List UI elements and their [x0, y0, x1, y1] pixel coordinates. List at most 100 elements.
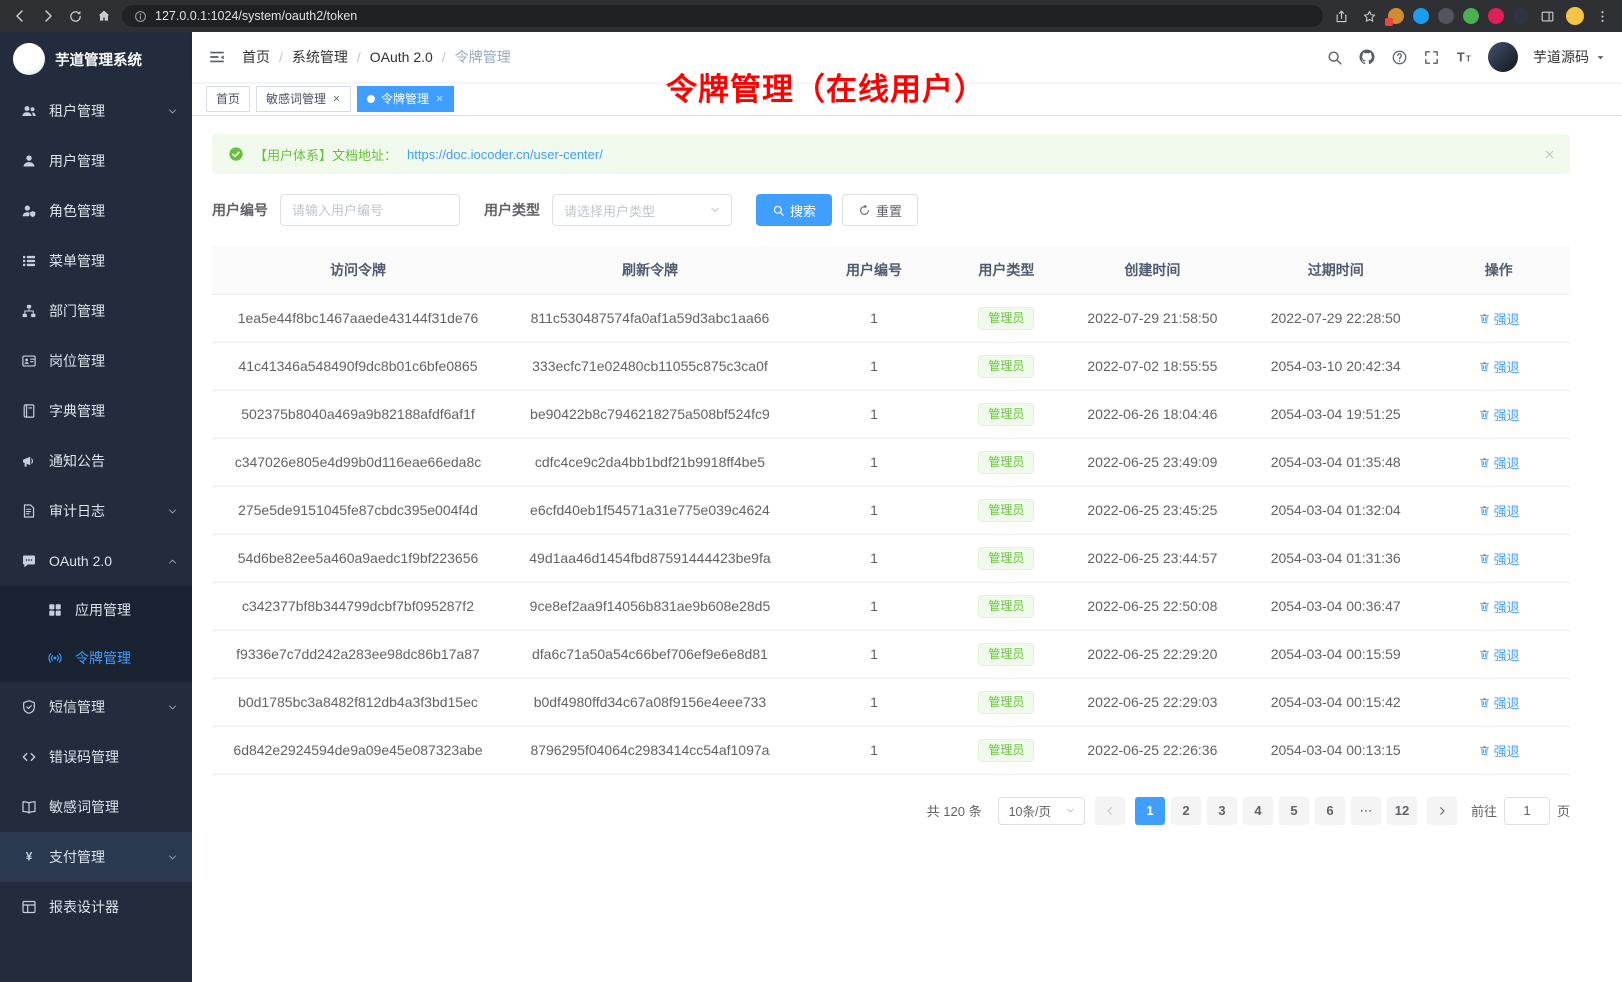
tab-token[interactable]: 令牌管理 — [357, 86, 454, 112]
sidebar-item-menu[interactable]: 菜单管理 — [0, 236, 192, 286]
search-icon[interactable] — [1326, 49, 1343, 66]
force-logout-button[interactable]: 强退 — [1478, 501, 1520, 520]
sidebar-item-audit-log[interactable]: 审计日志 — [0, 486, 192, 536]
tab-label: 令牌管理 — [381, 90, 429, 107]
force-logout-button[interactable]: 强退 — [1478, 405, 1520, 424]
font-size-icon[interactable]: TT — [1455, 48, 1473, 66]
user-menu[interactable]: 芋道源码 — [1533, 47, 1606, 67]
force-logout-button[interactable]: 强退 — [1478, 693, 1520, 712]
fullscreen-icon[interactable] — [1423, 49, 1440, 66]
browser-profile-avatar[interactable] — [1566, 7, 1584, 25]
create-time-cell: 2022-06-25 23:44:57 — [1061, 534, 1244, 582]
refresh-token-cell: 9ce8ef2aa9f14056b831ae9b608e28d5 — [504, 582, 796, 630]
sidebar-item-sms[interactable]: 短信管理 — [0, 682, 192, 732]
user-type-tag: 管理员 — [978, 451, 1034, 474]
force-logout-button[interactable]: 强退 — [1478, 357, 1520, 376]
trash-icon — [1478, 744, 1491, 757]
sidebar-item-pay[interactable]: ¥支付管理 — [0, 832, 192, 882]
docs-help-icon[interactable] — [1391, 49, 1408, 66]
force-logout-button[interactable]: 强退 — [1478, 645, 1520, 664]
doc-link[interactable]: https://doc.iocoder.cn/user-center/ — [407, 147, 603, 162]
user-avatar[interactable] — [1488, 42, 1518, 72]
tab-sensitive-word[interactable]: 敏感词管理 — [256, 86, 351, 112]
browser-menu-icon[interactable] — [1593, 7, 1612, 26]
goto-input[interactable] — [1504, 797, 1550, 825]
tab-home[interactable]: 首页 — [206, 86, 250, 112]
reset-button[interactable]: 重置 — [842, 194, 918, 226]
actions-cell: 强退 — [1427, 678, 1570, 726]
forward-button[interactable] — [38, 7, 57, 26]
sidebar-item-sensitive-word[interactable]: 敏感词管理 — [0, 782, 192, 832]
sidebar-item-notice[interactable]: 通知公告 — [0, 436, 192, 486]
search-button[interactable]: 搜索 — [756, 194, 832, 226]
page-button-12[interactable]: 12 — [1387, 797, 1417, 825]
extension-icon[interactable] — [1438, 8, 1454, 24]
force-logout-button[interactable]: 强退 — [1478, 549, 1520, 568]
back-button[interactable] — [10, 7, 29, 26]
next-page-button[interactable] — [1427, 797, 1457, 825]
sidebar-item-role[interactable]: 角色管理 — [0, 186, 192, 236]
alert-close-icon[interactable] — [1543, 148, 1556, 161]
sidebar-item-oauth2-app[interactable]: 应用管理 — [0, 586, 192, 634]
address-bar[interactable]: 127.0.0.1:1024/system/oauth2/token — [122, 5, 1323, 27]
prev-page-button[interactable] — [1095, 797, 1125, 825]
sidebar-item-dept[interactable]: 部门管理 — [0, 286, 192, 336]
force-logout-button[interactable]: 强退 — [1478, 741, 1520, 760]
svg-text:T: T — [1457, 50, 1465, 65]
force-logout-button[interactable]: 强退 — [1478, 597, 1520, 616]
reload-button[interactable] — [66, 7, 85, 26]
home-button[interactable] — [94, 7, 113, 26]
hamburger-icon[interactable] — [208, 48, 226, 66]
app-logo[interactable]: 芋道管理系统 — [0, 32, 192, 86]
bookmark-star-icon[interactable] — [1360, 7, 1379, 26]
site-info-icon[interactable] — [134, 10, 147, 23]
sidebar-item-oauth2[interactable]: OAuth 2.0 — [0, 536, 192, 586]
user-id-input[interactable] — [280, 194, 460, 226]
breadcrumb-separator: / — [357, 49, 361, 65]
page-button-5[interactable]: 5 — [1279, 797, 1309, 825]
extension-icon[interactable] — [1413, 8, 1429, 24]
breadcrumb-item[interactable]: OAuth 2.0 — [370, 49, 433, 65]
sidebar-item-label: OAuth 2.0 — [49, 553, 112, 569]
force-logout-button[interactable]: 强退 — [1478, 453, 1520, 472]
extension-icon[interactable] — [1513, 8, 1529, 24]
refresh-token-cell: 333ecfc71e02480cb11055c875c3ca0f — [504, 342, 796, 390]
force-logout-label: 强退 — [1494, 501, 1520, 520]
page-size-select[interactable]: 10条/页 — [998, 797, 1085, 825]
sidebar-item-report-designer[interactable]: 报表设计器 — [0, 882, 192, 932]
alert-text: 【用户体系】文档地址： — [254, 145, 397, 164]
user-type-select[interactable]: 请选择用户类型 — [552, 194, 732, 226]
close-icon[interactable] — [332, 94, 341, 103]
extension-icon[interactable] — [1388, 8, 1404, 24]
sidebar-item-tenant[interactable]: 租户管理 — [0, 86, 192, 136]
force-logout-button[interactable]: 强退 — [1478, 309, 1520, 328]
trash-icon — [1478, 312, 1491, 325]
page-button-6[interactable]: 6 — [1315, 797, 1345, 825]
page-button-1[interactable]: 1 — [1135, 797, 1165, 825]
sidebar-item-post[interactable]: 岗位管理 — [0, 336, 192, 386]
actions-cell: 强退 — [1427, 342, 1570, 390]
sidebar-item-user[interactable]: 用户管理 — [0, 136, 192, 186]
sidebar-item-oauth2-token[interactable]: 令牌管理 — [0, 634, 192, 682]
expire-time-cell: 2022-07-29 22:28:50 — [1244, 294, 1427, 342]
search-button-label: 搜索 — [790, 201, 816, 220]
sidebar-item-dict[interactable]: 字典管理 — [0, 386, 192, 436]
close-icon[interactable] — [435, 94, 444, 103]
side-panel-icon[interactable] — [1538, 7, 1557, 26]
extension-icon[interactable] — [1488, 8, 1504, 24]
page-button-2[interactable]: 2 — [1171, 797, 1201, 825]
breadcrumb-item[interactable]: 系统管理 — [292, 47, 348, 67]
pagination-ellipsis[interactable]: ⋯ — [1351, 797, 1381, 825]
browser-chrome: 127.0.0.1:1024/system/oauth2/token — [0, 0, 1622, 32]
share-icon[interactable] — [1332, 7, 1351, 26]
github-icon[interactable] — [1358, 48, 1376, 66]
sidebar-item-label: 通知公告 — [49, 451, 105, 471]
main-area: 首页/系统管理/OAuth 2.0/令牌管理 TT 芋道源码 首页敏感词管理令牌… — [192, 32, 1622, 982]
sidebar-item-error-code[interactable]: 错误码管理 — [0, 732, 192, 782]
page-button-4[interactable]: 4 — [1243, 797, 1273, 825]
user-id-cell: 1 — [796, 390, 952, 438]
breadcrumb-item[interactable]: 首页 — [242, 47, 270, 67]
extension-icon[interactable] — [1463, 8, 1479, 24]
actions-cell: 强退 — [1427, 438, 1570, 486]
page-button-3[interactable]: 3 — [1207, 797, 1237, 825]
